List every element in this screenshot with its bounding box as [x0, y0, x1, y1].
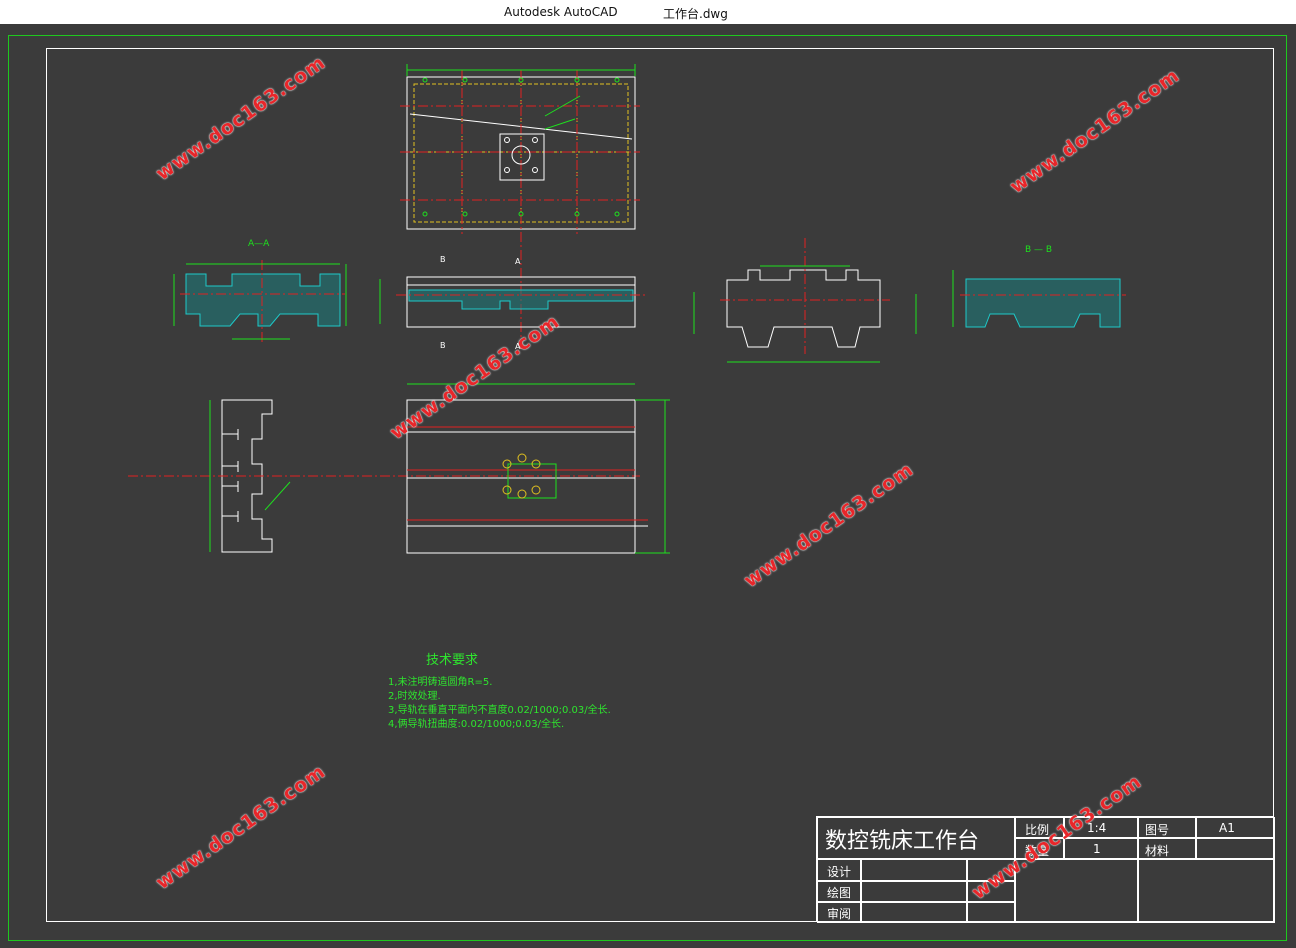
side-elevation-view	[693, 238, 917, 363]
tech-req-item: 4,俩导轨扭曲度:0.02/1000;0.03/全长.	[388, 719, 565, 730]
section-bb-view: B — B	[952, 245, 1126, 328]
section-bb-label: B — B	[1025, 245, 1052, 255]
section-a-mark-top: A	[515, 257, 521, 266]
tech-req-item: 1,未注明铸造圆角R=5.	[388, 677, 493, 688]
section-b-mark-top: B	[440, 255, 446, 264]
blank-cell-2	[1138, 859, 1275, 923]
app-name: Autodesk AutoCAD	[504, 5, 618, 19]
left-edge-view	[128, 399, 640, 553]
design-label: 设计	[827, 865, 852, 879]
tech-req-item: 2,时效处理.	[388, 691, 441, 702]
review-label: 审阅	[827, 907, 852, 921]
tech-req-item: 3,导轨在垂直平面内不直度0.02/1000;0.03/全长.	[388, 705, 611, 716]
blank-cell-1	[1015, 859, 1138, 923]
part-name: 数控铣床工作台	[825, 829, 980, 854]
drawing-no-value: A1	[1219, 821, 1235, 835]
section-aa-view: A—A	[173, 239, 347, 342]
drawing-no-value-cell	[1196, 817, 1275, 838]
quantity-value: 1	[1093, 842, 1101, 856]
section-b-mark-bottom: B	[440, 341, 446, 350]
review-date-cell	[967, 902, 1015, 923]
title-bar: Autodesk AutoCAD 工作台.dwg	[0, 0, 1296, 24]
review-name-cell	[861, 902, 967, 923]
section-aa-label: A—A	[248, 239, 270, 249]
drawing-no-label: 图号	[1145, 823, 1170, 837]
design-name-cell	[861, 859, 967, 881]
draw-label: 绘图	[827, 886, 852, 900]
tech-req-title: 技术要求	[426, 653, 479, 668]
file-name: 工作台.dwg	[663, 7, 728, 21]
quantity-value-cell	[1064, 838, 1138, 859]
draw-name-cell	[861, 881, 967, 902]
drawing-canvas[interactable]: A—A B A B A B — B 技术要求 1,未注明铸造圆角R=5. 2,时…	[0, 24, 1296, 948]
material-label: 材料	[1145, 844, 1170, 858]
material-value-cell	[1196, 838, 1275, 859]
